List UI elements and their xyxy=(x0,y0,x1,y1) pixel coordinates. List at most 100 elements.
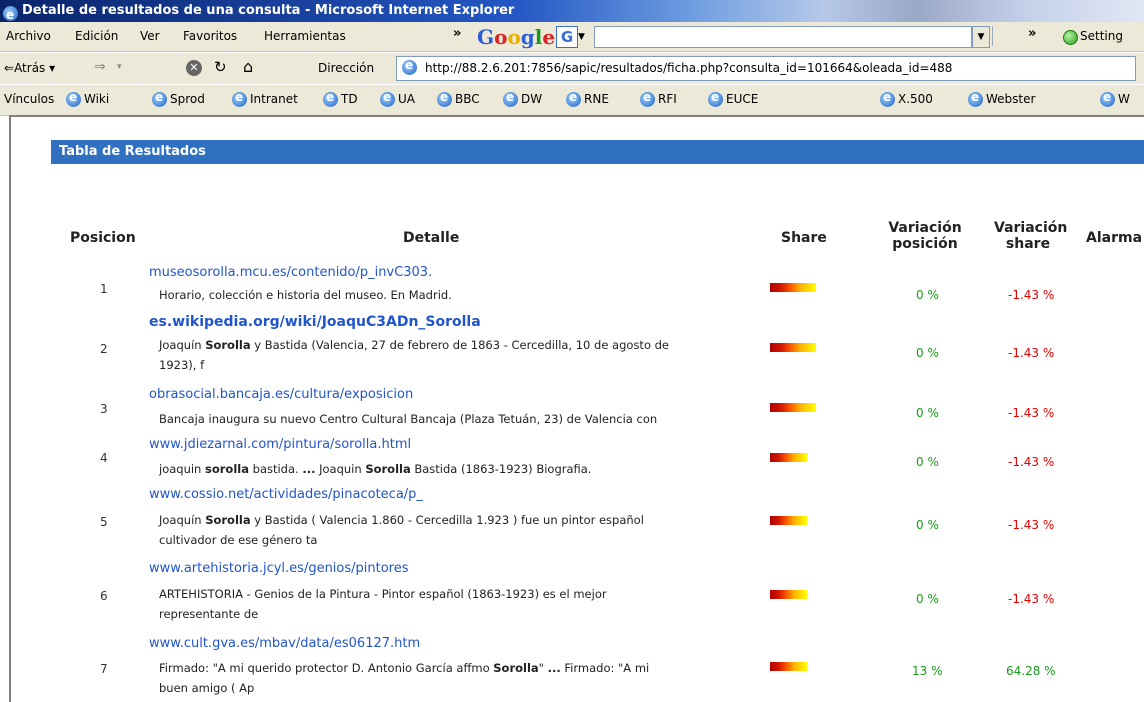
variation-position: 0 % xyxy=(916,346,939,360)
result-link[interactable]: www.artehistoria.jcyl.es/genios/pintores xyxy=(149,561,409,576)
result-snippet: Bancaja inaugura su nuevo Centro Cultura… xyxy=(159,412,658,426)
menu-chevron[interactable]: » xyxy=(453,26,461,41)
back-arrow-icon: ⇐ xyxy=(4,61,15,75)
link-bbc[interactable]: BBC xyxy=(437,90,480,107)
col-share: Share xyxy=(781,230,827,246)
variation-share: -1.43 % xyxy=(1008,406,1055,420)
menu-herramientas[interactable]: Herramientas xyxy=(264,29,346,43)
ie-link-icon xyxy=(566,90,581,107)
google-logo: Google xyxy=(477,25,556,49)
variation-share: -1.43 % xyxy=(1008,288,1055,302)
col-variacion-share: Variación share xyxy=(994,220,1068,252)
ie-link-icon xyxy=(1100,90,1115,107)
result-link[interactable]: www.cossio.net/actividades/pinacoteca/p_ xyxy=(149,487,423,502)
forward-arrow-icon[interactable]: ⇒ xyxy=(94,59,106,75)
share-bar xyxy=(770,662,807,671)
link-rfi[interactable]: RFI xyxy=(640,90,677,107)
menu-favoritos[interactable]: Favoritos xyxy=(183,29,237,43)
variation-position: 0 % xyxy=(916,288,939,302)
page-icon xyxy=(402,58,417,75)
share-bar xyxy=(770,516,807,525)
result-link[interactable]: www.jdiezarnal.com/pintura/sorolla.html xyxy=(149,437,411,452)
col-posicion: Posicion xyxy=(70,230,136,246)
address-field[interactable]: http://88.2.6.201:7856/sapic/resultados/… xyxy=(396,56,1136,81)
link-w[interactable]: W xyxy=(1100,90,1130,107)
ie-link-icon xyxy=(437,90,452,107)
menu-archivo[interactable]: Archivo xyxy=(6,29,51,43)
row-position: 1 xyxy=(100,282,108,296)
google-toolbar-chevron[interactable]: » xyxy=(1028,26,1036,41)
settings-icon xyxy=(1063,30,1078,45)
result-snippet: Joaquín Sorolla y Bastida (Valencia, 27 … xyxy=(159,338,670,372)
variation-position: 0 % xyxy=(916,592,939,606)
variation-position: 0 % xyxy=(916,406,939,420)
result-link[interactable]: es.wikipedia.org/wiki/JoaquC3ADn_Sorolla xyxy=(149,314,481,330)
link-dw[interactable]: DW xyxy=(503,90,542,107)
variation-position: 0 % xyxy=(916,518,939,532)
ie-logo-icon xyxy=(3,3,19,26)
link-td[interactable]: TD xyxy=(323,90,358,107)
link-rne[interactable]: RNE xyxy=(566,90,609,107)
link-intranet[interactable]: Intranet xyxy=(232,90,298,107)
variation-position: 13 % xyxy=(912,664,943,678)
refresh-icon[interactable]: ↻ xyxy=(214,58,227,76)
home-icon[interactable]: ⌂ xyxy=(243,57,253,76)
ie-link-icon xyxy=(708,90,723,107)
links-bar: Vínculos Wiki Sprod Intranet TD UA BBC D… xyxy=(0,84,1144,116)
row-position: 4 xyxy=(100,451,108,465)
google-dropdown-icon[interactable]: ▼ xyxy=(578,32,585,42)
variation-share: 64.28 % xyxy=(1006,664,1056,678)
ie-link-icon xyxy=(380,90,395,107)
toolbar-separator xyxy=(992,26,993,46)
menu-ver[interactable]: Ver xyxy=(140,29,160,43)
link-sprod[interactable]: Sprod xyxy=(152,90,205,107)
back-button[interactable]: ⇐Atrás ▾ xyxy=(4,61,55,75)
link-x500[interactable]: X.500 xyxy=(880,90,933,107)
link-ua[interactable]: UA xyxy=(380,90,415,107)
result-link[interactable]: museosorolla.mcu.es/contenido/p_invC303. xyxy=(149,265,432,280)
share-bar xyxy=(770,590,807,599)
result-snippet: joaquin sorolla bastida. ... Joaquin Sor… xyxy=(159,462,592,476)
ie-link-icon xyxy=(640,90,655,107)
link-euce[interactable]: EUCE xyxy=(708,90,758,107)
ie-link-icon xyxy=(880,90,895,107)
variation-share: -1.43 % xyxy=(1008,346,1055,360)
settings-button-label[interactable]: Setting xyxy=(1080,29,1123,43)
address-url[interactable]: http://88.2.6.201:7856/sapic/resultados/… xyxy=(425,61,952,75)
col-variacion-posicion: Variación posición xyxy=(888,220,962,252)
google-search-input[interactable] xyxy=(594,26,972,48)
ie-link-icon xyxy=(323,90,338,107)
stop-icon[interactable]: ✕ xyxy=(186,60,202,76)
ie-link-icon xyxy=(503,90,518,107)
result-snippet: Horario, colección e historia del museo.… xyxy=(159,288,452,302)
window-title-bar: Detalle de resultados de una consulta - … xyxy=(0,0,1144,26)
navigation-bar: ⇐Atrás ▾ ⇒ ▾ ✕ ↻ ⌂ Dirección http://88.2… xyxy=(0,52,1144,85)
links-label: Vínculos xyxy=(4,92,55,106)
variation-share: -1.43 % xyxy=(1008,518,1055,532)
ie-link-icon xyxy=(232,90,247,107)
row-position: 2 xyxy=(100,342,108,356)
row-position: 3 xyxy=(100,402,108,416)
share-bar xyxy=(770,453,807,462)
col-alarma: Alarma xyxy=(1086,230,1143,246)
result-link[interactable]: www.cult.gva.es/mbav/data/es06127.htm xyxy=(149,636,420,651)
result-snippet: ARTEHISTORIA - Genios de la Pintura - Pi… xyxy=(159,587,607,621)
google-search-dropdown-icon[interactable]: ▼ xyxy=(972,26,990,48)
variation-share: -1.43 % xyxy=(1008,455,1055,469)
ie-link-icon xyxy=(968,90,983,107)
row-position: 6 xyxy=(100,589,108,603)
share-bar xyxy=(770,283,816,292)
row-position: 5 xyxy=(100,515,108,529)
link-webster[interactable]: Webster xyxy=(968,90,1035,107)
forward-dropdown-icon[interactable]: ▾ xyxy=(117,62,122,72)
google-menu-button[interactable]: G xyxy=(556,26,578,48)
menu-edicion[interactable]: Edición xyxy=(75,29,118,43)
variation-position: 0 % xyxy=(916,455,939,469)
variation-share: -1.43 % xyxy=(1008,592,1055,606)
col-detalle: Detalle xyxy=(403,230,460,246)
result-link[interactable]: obrasocial.bancaja.es/cultura/exposicion xyxy=(149,387,413,402)
ie-link-icon xyxy=(66,90,81,107)
row-position: 7 xyxy=(100,662,108,676)
link-wiki[interactable]: Wiki xyxy=(66,90,109,107)
share-bar xyxy=(770,343,816,352)
